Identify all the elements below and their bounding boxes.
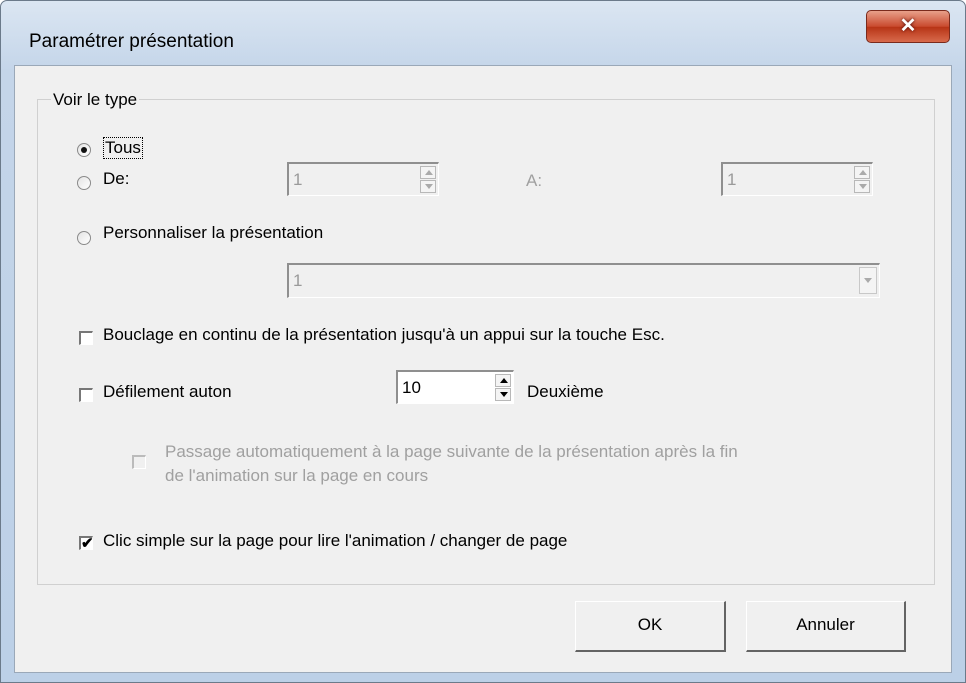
auto-advance-checkbox[interactable] xyxy=(79,388,93,402)
spin-up-icon[interactable] xyxy=(495,374,511,387)
radio-custom-label: Personnaliser la présentation xyxy=(103,223,324,242)
title-bar[interactable]: Paramétrer présentation ✕ xyxy=(1,1,965,61)
auto-advance-seconds-field[interactable]: 10 xyxy=(396,370,514,404)
radio-range[interactable] xyxy=(77,176,91,190)
after-animation-label-line2: de l'animation sur la page en cours xyxy=(165,466,429,485)
spin-up-icon[interactable] xyxy=(420,166,436,179)
auto-advance-label: Défilement auton xyxy=(103,382,232,401)
cancel-button[interactable]: Annuler xyxy=(746,601,906,652)
spin-down-icon[interactable] xyxy=(420,180,436,193)
loop-checkbox[interactable] xyxy=(79,331,93,345)
dialog-title: Paramétrer présentation xyxy=(29,31,234,52)
radio-all-label: Tous xyxy=(103,137,143,159)
spin-down-icon[interactable] xyxy=(495,388,511,401)
auto-advance-unit: Deuxième xyxy=(527,382,604,401)
radio-custom[interactable] xyxy=(77,231,91,245)
loop-label: Bouclage en continu de la présentation j… xyxy=(103,325,665,344)
range-to-field[interactable]: 1 xyxy=(721,162,873,196)
range-to-label: A: xyxy=(526,171,543,190)
spin-down-icon[interactable] xyxy=(854,180,870,193)
chevron-down-icon[interactable] xyxy=(859,267,877,294)
range-from-spinner[interactable] xyxy=(420,166,436,194)
radio-all[interactable] xyxy=(77,143,91,157)
single-click-label: Clic simple sur la page pour lire l'anim… xyxy=(103,531,568,550)
auto-advance-seconds-value: 10 xyxy=(402,378,421,397)
view-type-group-label: Voir le type xyxy=(51,90,140,110)
single-click-checkbox[interactable]: ✔ xyxy=(79,535,94,552)
after-animation-label-line1: Passage automatiquement à la page suivan… xyxy=(165,442,738,461)
check-icon: ✔ xyxy=(81,535,94,552)
radio-range-label: De: xyxy=(103,169,130,188)
spin-up-icon[interactable] xyxy=(854,166,870,179)
after-animation-checkbox[interactable] xyxy=(132,455,146,469)
close-icon: ✕ xyxy=(899,15,917,37)
range-from-field[interactable]: 1 xyxy=(287,162,439,196)
close-button[interactable]: ✕ xyxy=(866,10,950,43)
range-to-value: 1 xyxy=(727,170,737,189)
auto-advance-spinner[interactable] xyxy=(495,374,511,402)
dialog-body: Voir le type Tous De: 1 A: 1 Personnalis… xyxy=(14,65,952,673)
range-to-spinner[interactable] xyxy=(854,166,870,194)
custom-show-select[interactable]: 1 xyxy=(287,263,880,298)
range-from-value: 1 xyxy=(293,170,303,189)
ok-button[interactable]: OK xyxy=(575,601,726,652)
custom-show-value: 1 xyxy=(293,271,303,290)
dialog-window: Paramétrer présentation ✕ Voir le type T… xyxy=(0,0,966,683)
